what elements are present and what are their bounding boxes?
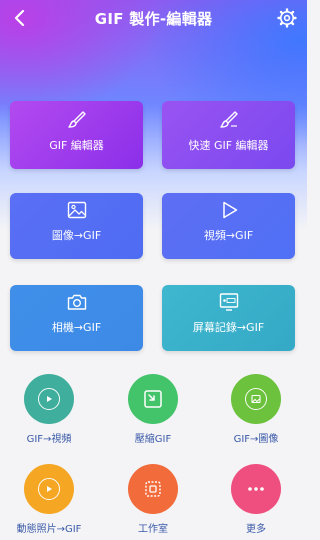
camera-to-gif-card[interactable]: 相機→GIF [10,285,143,351]
video-play-icon [222,201,237,219]
compress-icon [144,390,162,408]
studio-icon [145,481,161,497]
compress-gif-button[interactable]: 壓縮GIF [123,374,183,445]
live-photo-icon [38,478,60,500]
circle-label: 更多 [246,524,266,535]
live-photo-disc [24,464,74,514]
card-label: 快速 GIF 編輯器 [188,139,269,152]
studio-disc [128,464,178,514]
top-bar: GIF 製作-編輯器 [0,0,307,36]
settings-button[interactable] [277,8,297,28]
screen-record-icon [219,293,238,311]
circle-label: GIF→圖像 [233,434,279,445]
gif-to-image-disc [231,374,281,424]
live-photo-to-gif-button[interactable]: 動態照片→GIF [16,464,82,535]
studio-button[interactable]: 工作室 [123,464,183,535]
camera-icon [67,294,86,310]
compress-disc [128,374,178,424]
card-label: 視頻→GIF [203,229,254,242]
back-button[interactable] [10,8,30,28]
card-label: 屏幕記錄→GIF [192,321,265,334]
quick-brush-icon [219,111,238,128]
more-icon [248,487,264,491]
quick-gif-editor-card[interactable]: 快速 GIF 編輯器 [162,101,295,169]
card-label: GIF 編輯器 [49,139,104,152]
circle-label: 壓縮GIF [134,434,172,445]
video-to-gif-card[interactable]: 視頻→GIF [162,193,295,259]
card-label: 相機→GIF [51,321,102,334]
circle-label: 動態照片→GIF [16,524,82,535]
image-icon [67,201,86,219]
brush-icon [67,111,86,128]
more-disc [231,464,281,514]
page-title: GIF 製作-編輯器 [94,9,213,28]
gif-to-video-icon [38,388,60,410]
image-to-gif-card[interactable]: 圖像→GIF [10,193,143,259]
gif-to-video-disc [24,374,74,424]
gif-to-image-icon [245,388,267,410]
gif-to-video-button[interactable]: GIF→視頻 [19,374,79,445]
gear-icon [277,8,297,28]
chevron-left-icon [14,10,25,26]
circle-label: 工作室 [138,524,168,535]
more-button[interactable]: 更多 [226,464,286,535]
circle-label: GIF→視頻 [26,434,72,445]
gif-to-image-button[interactable]: GIF→圖像 [226,374,286,445]
gif-editor-card[interactable]: GIF 編輯器 [10,101,143,169]
screen-record-to-gif-card[interactable]: 屏幕記錄→GIF [162,285,295,351]
card-label: 圖像→GIF [51,229,102,242]
